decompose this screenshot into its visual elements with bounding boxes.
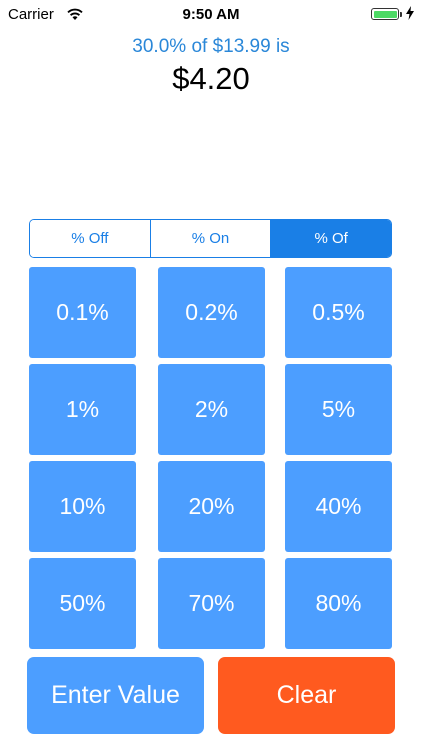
result-value: $4.20	[172, 61, 250, 96]
percent-button-1[interactable]: 1%	[29, 364, 136, 455]
percent-button-10[interactable]: 10%	[29, 461, 136, 552]
battery-icon	[371, 8, 399, 20]
enter-value-button[interactable]: Enter Value	[27, 657, 204, 734]
percent-button-40[interactable]: 40%	[285, 461, 392, 552]
percent-button-70[interactable]: 70%	[158, 558, 265, 649]
result-description: 30.0% of $13.99 is	[132, 36, 290, 57]
percent-button-5[interactable]: 5%	[285, 364, 392, 455]
battery-cap	[400, 12, 402, 17]
status-bar: Carrier 9:50 AM	[0, 0, 422, 30]
tab-percent-on[interactable]: % On	[149, 220, 271, 257]
percent-button-0-5[interactable]: 0.5%	[285, 267, 392, 358]
bolt-icon	[406, 6, 414, 20]
tab-percent-off[interactable]: % Off	[30, 220, 150, 257]
tab-percent-of[interactable]: % Of	[270, 220, 391, 257]
battery-level	[373, 10, 397, 18]
clear-button[interactable]: Clear	[218, 657, 395, 734]
percent-button-20[interactable]: 20%	[158, 461, 265, 552]
percent-button-80[interactable]: 80%	[285, 558, 392, 649]
percent-button-0-1[interactable]: 0.1%	[29, 267, 136, 358]
mode-segmented-control: % Off % On % Of	[29, 219, 392, 258]
percent-button-50[interactable]: 50%	[29, 558, 136, 649]
clock-time: 9:50 AM	[182, 6, 240, 23]
percent-button-0-2[interactable]: 0.2%	[158, 267, 265, 358]
percent-button-2[interactable]: 2%	[158, 364, 265, 455]
